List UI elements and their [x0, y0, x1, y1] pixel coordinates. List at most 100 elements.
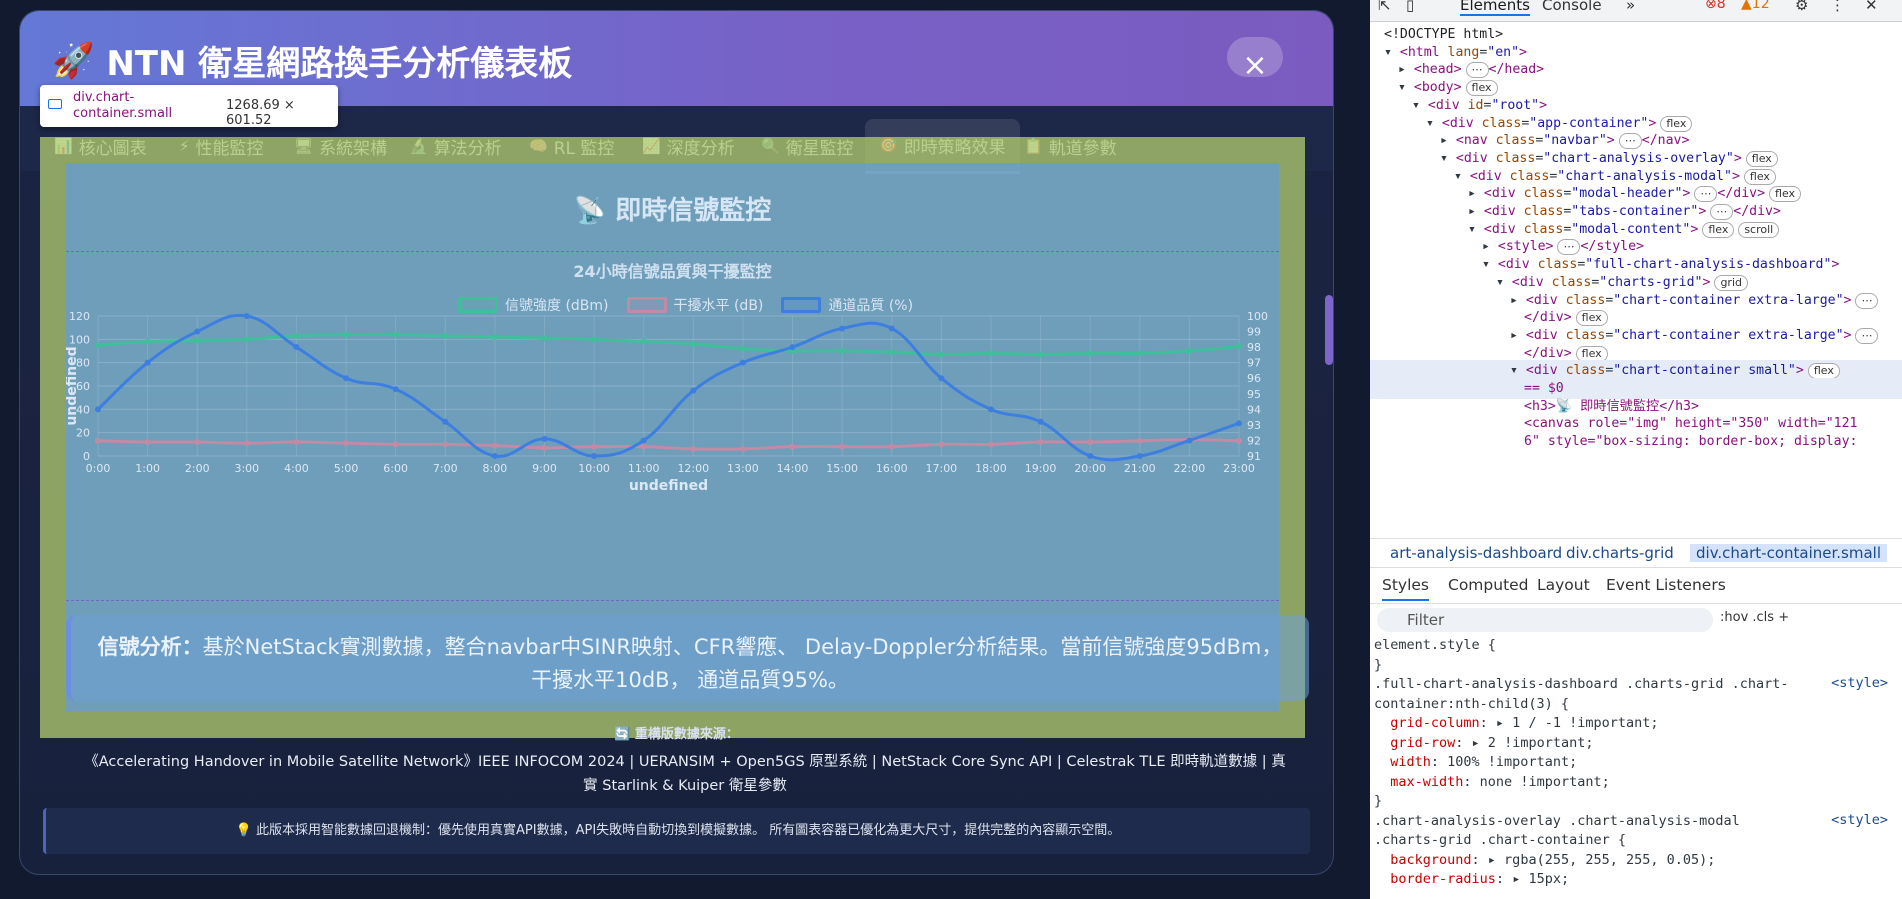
inspect-icon[interactable]: ⇱ [1378, 0, 1391, 14]
y-tick-label-right: 96 [1247, 372, 1261, 385]
fallback-note: 💡 此版本採用智能數據回退機制：優先使用真實API數據，API失敗時自動切換到模… [43, 808, 1310, 854]
dom-tree[interactable]: <!DOCTYPE html> ▾ <html lang="en"> ▸ <head… [1370, 22, 1902, 537]
error-count[interactable]: ⊗8 [1705, 0, 1726, 12]
style-line: background: ▸ rgba(255, 255, 255, 0.05); [1390, 851, 1716, 868]
data-point [888, 443, 895, 450]
data-point [1236, 437, 1242, 444]
kebab-menu-icon[interactable]: ⋮ [1830, 0, 1845, 14]
x-axis-title: undefined [629, 478, 708, 494]
data-point [144, 338, 151, 345]
series-line-1 [97, 332, 1240, 357]
close-devtools-icon[interactable]: ✕ [1865, 0, 1878, 14]
data-point [1236, 343, 1242, 350]
data-point [95, 406, 101, 413]
data-point [1037, 351, 1044, 358]
style-line: } [1374, 793, 1383, 809]
data-point [888, 349, 895, 356]
data-point [1136, 350, 1143, 357]
styles-tab-2[interactable]: Computed [1448, 576, 1529, 594]
modal-scrollbar[interactable] [1325, 175, 1333, 695]
styles-tab-4[interactable]: Event Listeners [1606, 576, 1726, 594]
style-line: container:nth-child(3) { [1374, 695, 1570, 712]
scrollbar-thumb[interactable] [1325, 295, 1333, 365]
data-point [343, 440, 350, 447]
data-point [1037, 418, 1044, 425]
analysis-text: 基於NetStack實測數據，整合navbar中SINR映射、CFR響應、 De… [202, 635, 1283, 692]
data-point [144, 439, 151, 445]
dom-breadcrumb: art-analysis-dashboard div.charts-grid div… [1370, 538, 1902, 568]
data-point [442, 332, 449, 339]
sources-text: 《Accelerating Handover in Mobile Satelli… [84, 754, 1286, 794]
y-tick-label-right: 92 [1247, 434, 1261, 447]
style-source-link[interactable]: <style> [1831, 812, 1888, 828]
y-tick-label-right: 95 [1247, 388, 1261, 401]
data-point [491, 453, 498, 459]
data-point [392, 331, 399, 338]
data-point [392, 386, 399, 393]
styles-tab-1[interactable]: Styles [1382, 576, 1430, 601]
x-tick-label: 1:00 [135, 462, 160, 475]
tab-elements[interactable]: Elements [1460, 0, 1530, 16]
tab-console[interactable]: Console [1542, 0, 1602, 14]
data-point [293, 332, 300, 339]
style-source-link[interactable]: <style> [1831, 675, 1888, 691]
settings-icon[interactable]: ⚙ [1795, 0, 1808, 14]
data-point [392, 441, 399, 448]
warning-count[interactable]: ▲12 [1741, 0, 1770, 12]
y-tick-label-right: 100 [1247, 310, 1268, 323]
x-tick-label: 10:00 [578, 462, 610, 475]
close-button[interactable]: × [1227, 37, 1283, 83]
data-point [343, 375, 350, 382]
signal-analysis-box: 信號分析：基於NetStack實測數據，整合navbar中SINR映射、CFR響… [66, 615, 1309, 701]
x-tick-label: 18:00 [975, 462, 1007, 475]
data-point [690, 341, 697, 347]
x-tick-label: 5:00 [334, 462, 359, 475]
data-point [491, 334, 498, 340]
rocket-icon: 🚀 [52, 40, 95, 81]
satellite-dish-icon: 📡 [573, 196, 607, 226]
data-point [1186, 348, 1193, 354]
data-point [690, 387, 697, 394]
dom-node[interactable]: 6" style="box-sizing: border-box; displa… [1524, 431, 1857, 452]
more-tabs-icon[interactable]: » [1626, 0, 1635, 14]
style-line: border-radius: ▸ 15px; [1390, 871, 1570, 887]
y-tick-label-left: 100 [69, 333, 90, 346]
data-point [194, 337, 201, 344]
y-tick-label-left: 120 [69, 310, 90, 323]
y-tick-label-right: 97 [1247, 357, 1261, 370]
x-tick-label: 22:00 [1174, 462, 1206, 475]
data-point [293, 344, 300, 351]
data-point [591, 453, 598, 459]
data-point [938, 351, 945, 358]
style-line: element.style { [1374, 637, 1496, 653]
x-tick-label: 14:00 [777, 462, 809, 475]
data-point [243, 336, 250, 343]
data-point [839, 348, 846, 354]
data-point [888, 325, 895, 332]
data-point [442, 418, 449, 425]
data-point [739, 359, 746, 366]
device-toggle-icon[interactable]: ▯ [1406, 0, 1414, 14]
devtools-panel: ⇱ ▯ Elements Console » ⊗8 ▲12 ⚙ ⋮ ✕ <!DO… [1370, 0, 1902, 899]
style-line: max-width: none !important; [1390, 773, 1610, 790]
data-point [739, 345, 746, 352]
breadcrumb-item[interactable]: div.charts-grid [1566, 544, 1674, 562]
filter-tools[interactable]: :hov .cls + [1720, 610, 1789, 625]
style-line: } [1374, 656, 1383, 673]
styles-tab-3[interactable]: Layout [1537, 576, 1590, 594]
breadcrumb-item[interactable]: art-analysis-dashboard [1390, 544, 1562, 562]
styles-filter-input[interactable]: Filter [1377, 608, 1713, 632]
chart-heading: 📡 即時信號監控 [66, 190, 1279, 227]
data-point [987, 406, 994, 413]
breadcrumb-item[interactable]: div.chart-container.small [1690, 544, 1887, 562]
data-point [1087, 350, 1094, 357]
style-line: .chart-analysis-overlay .chart-analysis-… [1374, 812, 1740, 829]
data-point [243, 440, 250, 447]
sources-title: 🔄 重構版數據來源： [614, 727, 739, 742]
data-point [541, 435, 548, 442]
data-point [1087, 453, 1094, 459]
x-tick-label: 6:00 [383, 462, 408, 475]
data-point [987, 441, 994, 448]
x-tick-label: 2:00 [185, 462, 210, 475]
data-point [591, 443, 598, 450]
